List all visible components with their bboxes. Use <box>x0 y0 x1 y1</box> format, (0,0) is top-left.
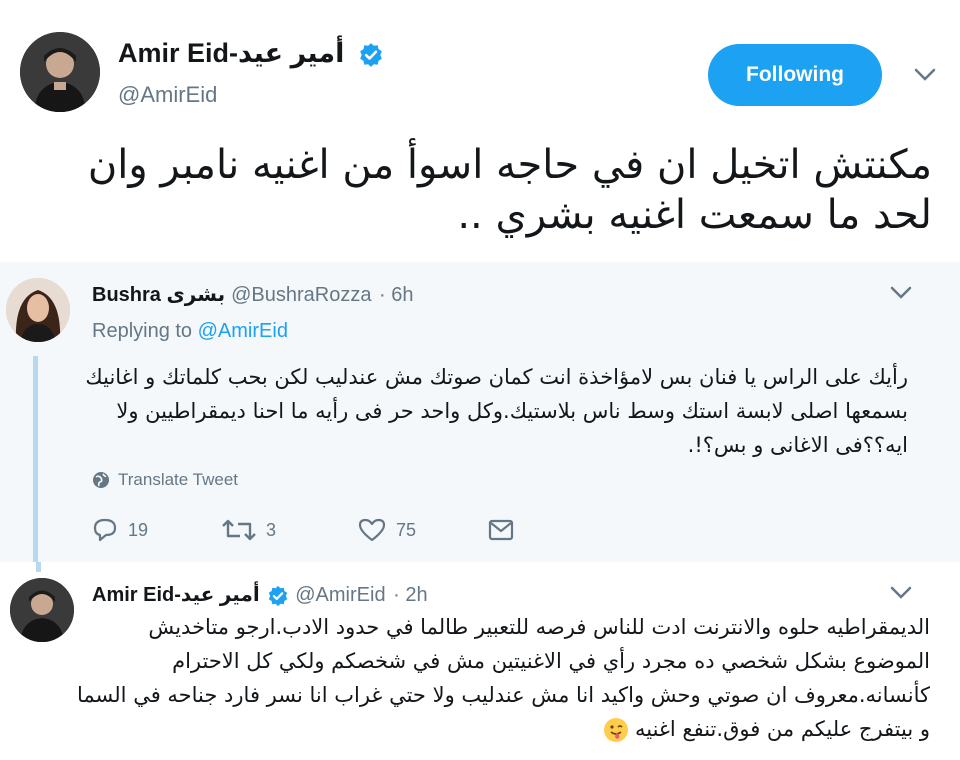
display-name-text: Amir Eid-أمير عيد <box>118 38 345 68</box>
display-name[interactable]: Amir Eid-أمير عيد <box>118 38 384 69</box>
thread-line <box>36 562 41 572</box>
replying-to-label: Replying to <box>92 320 193 342</box>
avatar[interactable] <box>6 278 70 342</box>
chevron-down-icon[interactable] <box>914 68 936 82</box>
retweet-count: 3 <box>266 519 277 540</box>
timestamp[interactable]: · 6h <box>379 284 413 306</box>
handle[interactable]: @AmirEid <box>295 584 385 606</box>
reply-tweet-amir[interactable]: Amir Eid-أمير عيد @AmirEid · 2h الديمقرا… <box>0 562 960 760</box>
avatar-photo-icon <box>10 578 74 642</box>
winking-tongue-emoji-icon <box>604 718 629 742</box>
chevron-down-icon[interactable] <box>890 286 912 300</box>
tweet-text-body: الديمقراطيه حلوه والانترنت ادت للناس فرص… <box>77 615 930 741</box>
tweet-text: رأيك على الراس يا فنان بس لامؤاخذة انت ك… <box>85 365 908 457</box>
like-button[interactable]: 75 <box>358 518 488 542</box>
thread-line <box>33 356 38 562</box>
handle[interactable]: @AmirEid <box>118 82 217 108</box>
tweet-actions: 19 3 75 <box>92 518 514 542</box>
display-name[interactable]: Bushra بشرى @BushraRozza · 6h <box>92 282 414 307</box>
display-name-text: Bushra بشرى <box>92 284 226 306</box>
timestamp[interactable]: · 2h <box>393 584 427 606</box>
avatar-photo-icon <box>20 32 100 112</box>
avatar-photo-icon <box>6 278 70 342</box>
envelope-icon <box>488 519 514 541</box>
main-tweet: Amir Eid-أمير عيد @AmirEid Following مكن… <box>0 0 960 262</box>
chevron-down-icon[interactable] <box>890 586 912 600</box>
retweet-icon <box>222 519 256 541</box>
verified-badge-icon <box>269 585 288 606</box>
retweet-button[interactable]: 3 <box>222 518 358 542</box>
direct-message-button[interactable] <box>488 519 514 541</box>
like-count: 75 <box>396 519 417 540</box>
globe-icon <box>93 472 109 488</box>
display-name[interactable]: Amir Eid-أمير عيد @AmirEid · 2h <box>92 582 428 607</box>
reply-icon <box>93 518 117 542</box>
following-button[interactable]: Following <box>708 44 882 106</box>
translate-label: Translate Tweet <box>118 470 239 489</box>
spacer <box>36 658 41 760</box>
handle[interactable]: @BushraRozza <box>231 284 371 306</box>
verified-badge-icon <box>360 42 382 67</box>
heart-icon <box>358 518 386 542</box>
display-name-text: Amir Eid-أمير عيد <box>92 584 260 606</box>
replying-to-link[interactable]: @AmirEid <box>198 320 288 342</box>
tweet-text: الديمقراطيه حلوه والانترنت ادت للناس فرص… <box>70 610 930 746</box>
tweet-text: مكنتش اتخيل ان في حاجه اسوأ من اغنيه نام… <box>87 142 932 238</box>
translate-tweet[interactable]: Translate Tweet <box>92 470 238 490</box>
reply-button[interactable]: 19 <box>92 518 222 542</box>
replying-to: Replying to @AmirEid <box>92 320 288 343</box>
reply-count: 19 <box>128 519 149 540</box>
avatar[interactable] <box>20 32 100 112</box>
avatar[interactable] <box>10 578 74 642</box>
reply-tweet-bushra[interactable]: Bushra بشرى @BushraRozza · 6h Replying to… <box>0 262 960 562</box>
